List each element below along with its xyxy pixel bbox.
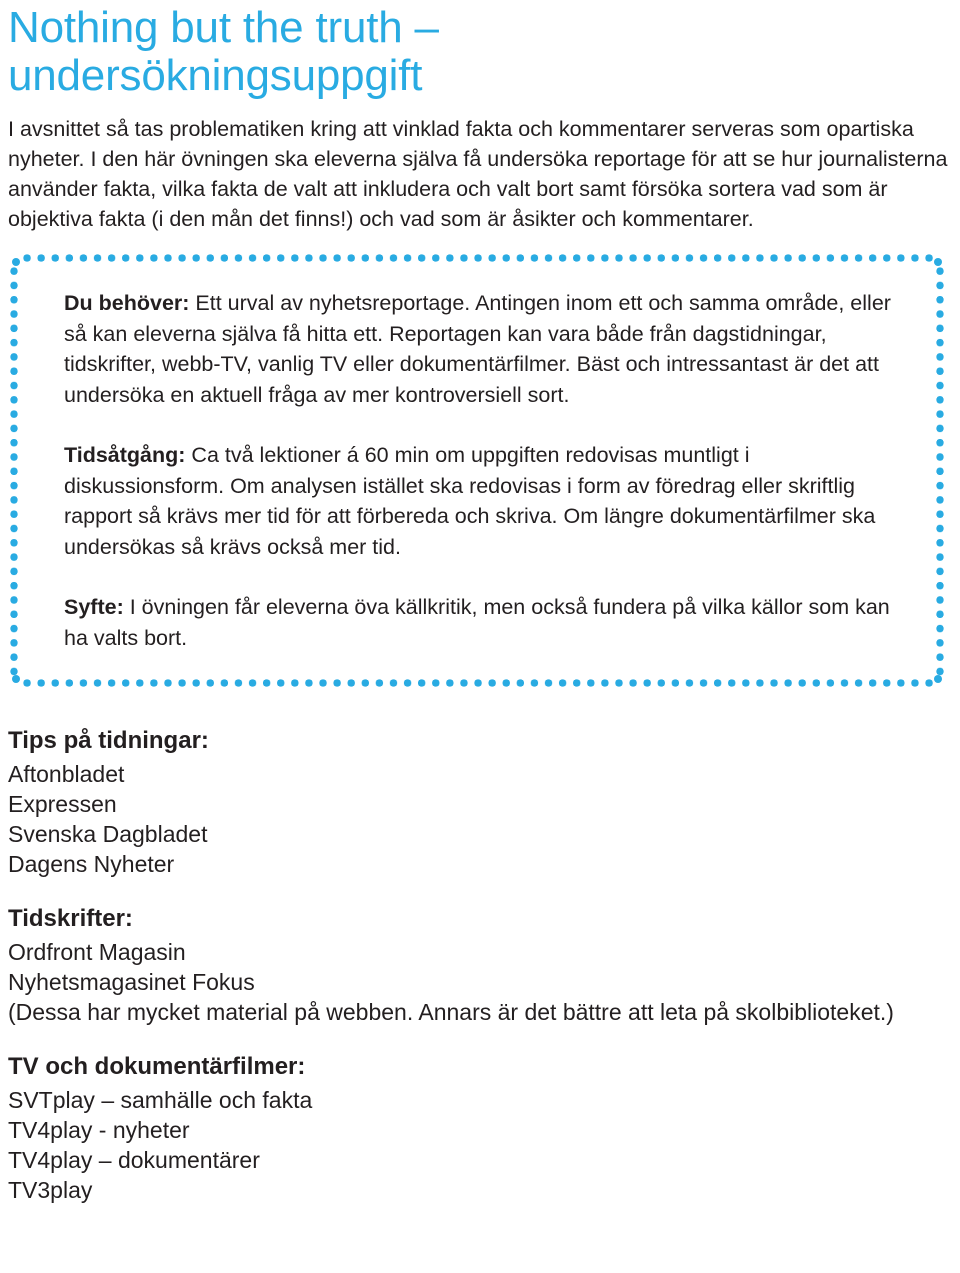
list-heading-newspapers: Tips på tidningar: xyxy=(8,727,209,754)
list-item: TV4play - nyheter xyxy=(8,1117,190,1143)
dotted-border-right xyxy=(936,264,944,677)
info-label-purpose: Syfte: xyxy=(64,595,124,619)
dotted-corner-bottom-left xyxy=(12,675,20,683)
list-block-tv: TV och dokumentärfilmer: SVTplay – samhä… xyxy=(8,1051,952,1205)
page-title: Nothing but the truth – undersökningsupp… xyxy=(8,3,439,100)
list-item: Expressen xyxy=(8,791,117,817)
info-paragraph-purpose: Syfte: I övningen får eleverna öva källk… xyxy=(64,592,904,653)
list-item: Nyhetsmagasinet Fokus xyxy=(8,969,255,995)
info-label-requirements: Du behöver: xyxy=(64,291,190,315)
list-block-newspapers: Tips på tidningar: Aftonbladet Expressen… xyxy=(8,725,952,879)
dotted-border-left xyxy=(10,264,18,677)
info-text-purpose: I övningen får eleverna öva källkritik, … xyxy=(64,595,890,650)
dotted-border-bottom xyxy=(20,679,934,687)
list-item: Ordfront Magasin xyxy=(8,939,186,965)
dotted-corner-bottom-right xyxy=(934,675,942,683)
info-box: Du behöver: Ett urval av nyhetsreportage… xyxy=(10,254,944,687)
document-page: Nothing but the truth – undersökningsupp… xyxy=(0,0,960,1273)
dotted-corner-top-left xyxy=(12,258,20,266)
list-item: Aftonbladet xyxy=(8,761,125,787)
resource-lists: Tips på tidningar: Aftonbladet Expressen… xyxy=(8,725,952,1205)
list-item: TV3play xyxy=(8,1177,93,1203)
info-label-duration: Tidsåtgång: xyxy=(64,443,186,467)
list-item: (Dessa har mycket material på webben. An… xyxy=(8,999,894,1025)
info-paragraph-requirements: Du behöver: Ett urval av nyhetsreportage… xyxy=(64,288,904,410)
info-text-duration: Ca två lektioner á 60 min om uppgiften r… xyxy=(64,443,876,559)
list-item: SVTplay – samhälle och fakta xyxy=(8,1087,313,1113)
info-text-requirements: Ett urval av nyhetsreportage. Antingen i… xyxy=(64,291,891,407)
list-heading-magazines: Tidskrifter: xyxy=(8,905,133,932)
list-heading-tv: TV och dokumentärfilmer: xyxy=(8,1053,306,1080)
intro-paragraph: I avsnittet så tas problematiken kring a… xyxy=(8,117,948,231)
dotted-corner-top-right xyxy=(934,258,942,266)
list-block-magazines: Tidskrifter: Ordfront Magasin Nyhetsmaga… xyxy=(8,903,952,1027)
info-paragraph-duration: Tidsåtgång: Ca två lektioner á 60 min om… xyxy=(64,440,904,562)
list-item: Svenska Dagbladet xyxy=(8,821,208,847)
list-item: Dagens Nyheter xyxy=(8,851,175,877)
dotted-border-top xyxy=(20,254,934,262)
list-item: TV4play – dokumentärer xyxy=(8,1147,260,1173)
